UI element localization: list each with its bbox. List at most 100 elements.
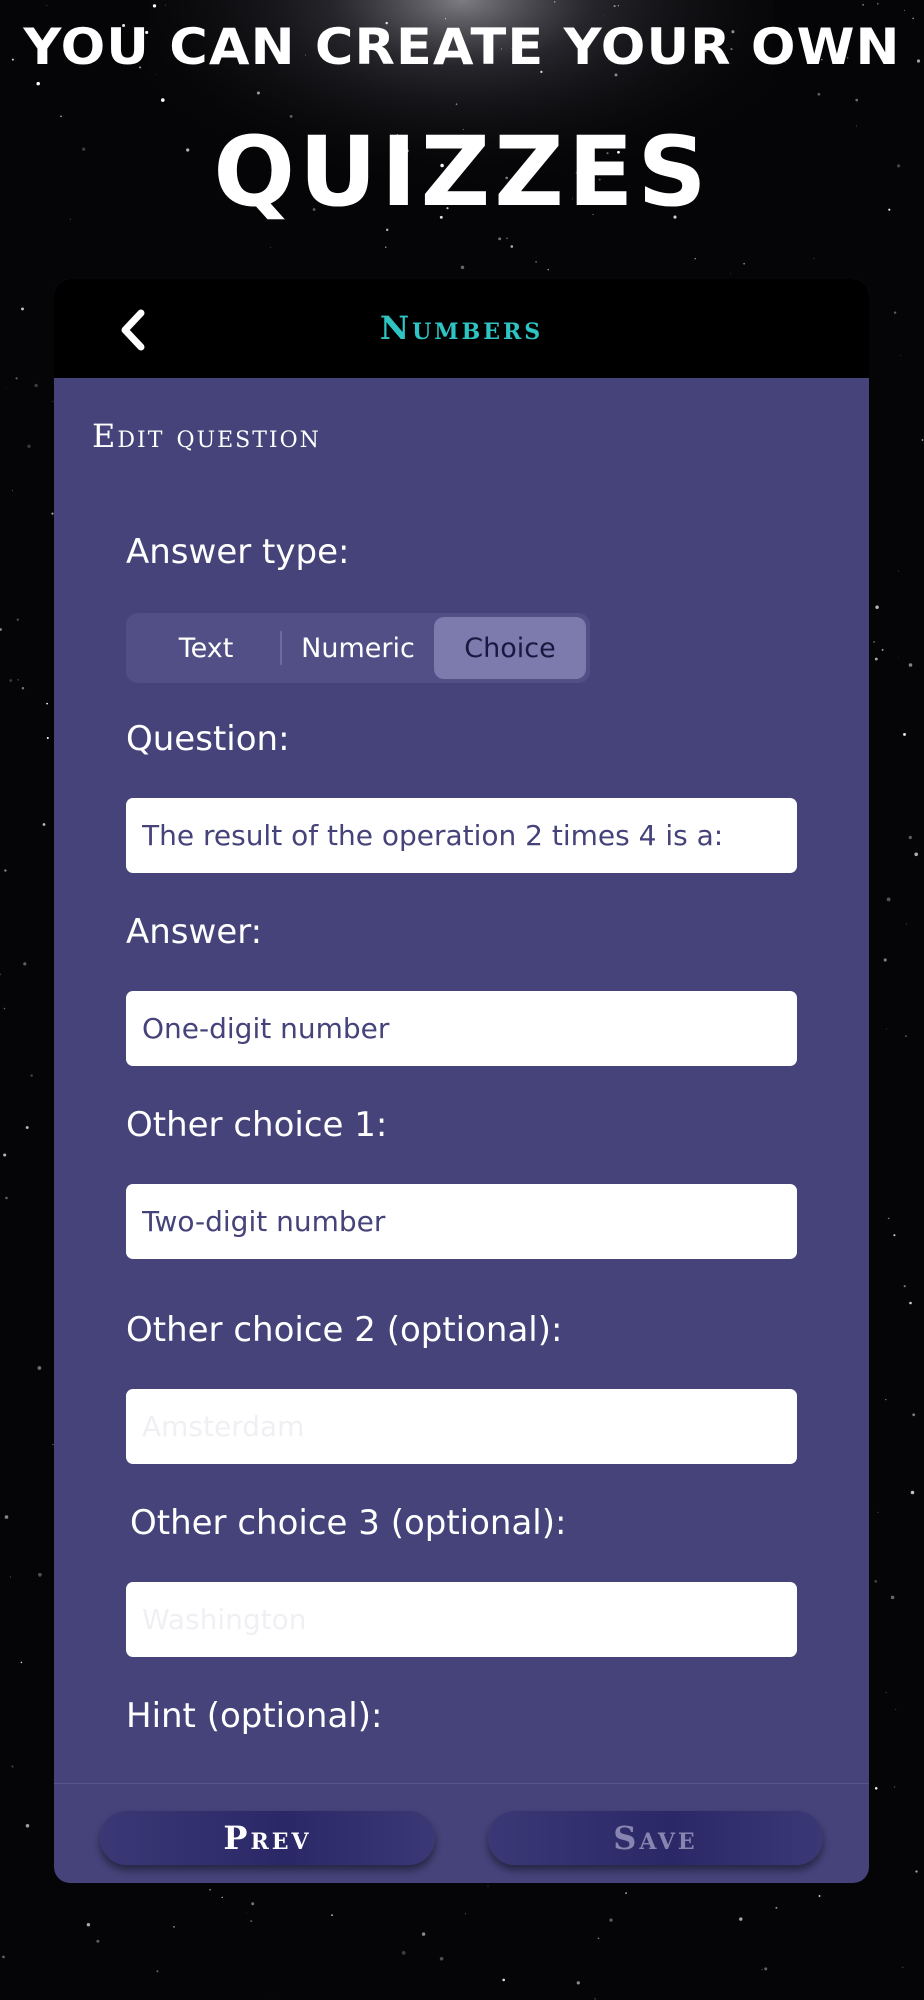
star	[617, 5, 619, 7]
other-choice-3-label: Other choice 3 (optional):	[130, 1503, 567, 1543]
star	[251, 1902, 255, 1906]
star	[36, 81, 40, 86]
promo-headline-large: QUIZZES	[213, 116, 711, 228]
star	[761, 1968, 763, 1970]
star	[27, 444, 31, 449]
star	[96, 1939, 100, 1943]
answer-type-segmented-control: Text Numeric Choice	[126, 613, 590, 683]
edit-question-card: Numbers Edit question Answer type: Text …	[54, 279, 869, 1883]
star	[535, 261, 537, 263]
star	[21, 307, 24, 311]
star	[487, 1885, 489, 1887]
star	[4, 869, 7, 872]
card-footer: Prev Save	[54, 1783, 869, 1883]
star	[609, 1918, 613, 1922]
star	[385, 228, 389, 232]
star	[246, 1912, 247, 1914]
star	[898, 656, 899, 658]
other-choice-3-input[interactable]	[126, 1582, 797, 1657]
star	[384, 246, 387, 249]
save-button[interactable]: Save	[488, 1811, 823, 1865]
star	[37, 1366, 42, 1370]
star	[173, 1926, 175, 1928]
star	[910, 1490, 915, 1495]
other-choice-1-label: Other choice 1:	[126, 1105, 388, 1145]
star	[604, 15, 606, 16]
star	[817, 92, 821, 96]
star	[401, 1951, 406, 1955]
star	[554, 1, 556, 3]
other-choice-1-input[interactable]	[126, 1184, 797, 1259]
other-choice-2-label: Other choice 2 (optional):	[126, 1310, 563, 1350]
star	[862, 3, 865, 6]
star	[506, 237, 508, 239]
star	[9, 679, 13, 682]
card-header: Numbers	[54, 279, 869, 378]
star	[221, 1896, 223, 1899]
answer-input[interactable]	[126, 991, 797, 1066]
star	[876, 2, 879, 5]
hint-label: Hint (optional):	[126, 1696, 383, 1736]
answer-type-label: Answer type:	[126, 532, 350, 572]
star	[5, 1196, 8, 1200]
segment-text[interactable]: Text	[130, 617, 282, 679]
star	[152, 4, 157, 8]
star	[764, 1967, 768, 1971]
star	[903, 1285, 906, 1288]
star	[739, 1917, 743, 1921]
segment-choice[interactable]: Choice	[434, 617, 586, 679]
star	[885, 1398, 887, 1401]
star	[729, 272, 732, 274]
question-label: Question:	[126, 719, 290, 759]
star	[502, 1978, 506, 1982]
star	[900, 354, 902, 356]
star	[547, 268, 549, 271]
section-title: Edit question	[92, 417, 321, 455]
star	[250, 1920, 253, 1923]
star	[270, 246, 272, 248]
star	[4, 1515, 9, 1519]
star	[3, 1007, 6, 1010]
star	[455, 103, 458, 105]
star	[625, 1892, 627, 1894]
star	[25, 1824, 30, 1828]
star	[46, 702, 48, 705]
star	[3, 1153, 7, 1157]
star	[895, 1708, 897, 1710]
star	[9, 1576, 12, 1578]
star	[510, 245, 514, 248]
star	[775, 1906, 778, 1909]
star	[813, 257, 815, 259]
star	[883, 958, 887, 962]
star	[597, 1937, 600, 1940]
star	[38, 1572, 42, 1577]
star	[15, 377, 18, 380]
star	[16, 618, 20, 621]
star	[439, 1956, 444, 1961]
star	[909, 1301, 912, 1305]
star	[464, 1913, 467, 1915]
star	[161, 98, 165, 102]
star	[743, 262, 745, 265]
star	[905, 1035, 907, 1037]
star	[23, 962, 27, 966]
star	[885, 1692, 887, 1694]
star	[921, 439, 924, 441]
star	[908, 663, 913, 667]
star	[271, 1996, 273, 1998]
star	[915, 1870, 918, 1873]
star	[875, 605, 879, 609]
segment-numeric[interactable]: Numeric	[282, 617, 434, 679]
star	[86, 1923, 91, 1927]
prev-button[interactable]: Prev	[100, 1811, 435, 1865]
question-input[interactable]	[126, 798, 797, 873]
star	[902, 1966, 904, 1969]
star	[11, 1765, 14, 1768]
star	[877, 1511, 879, 1513]
star	[898, 570, 899, 572]
star	[893, 1234, 896, 1237]
quiz-title: Numbers	[379, 309, 544, 347]
promo-headline: YOU CAN CREATE YOUR OWN	[23, 18, 901, 76]
star	[46, 736, 49, 740]
other-choice-2-input[interactable]	[126, 1389, 797, 1464]
